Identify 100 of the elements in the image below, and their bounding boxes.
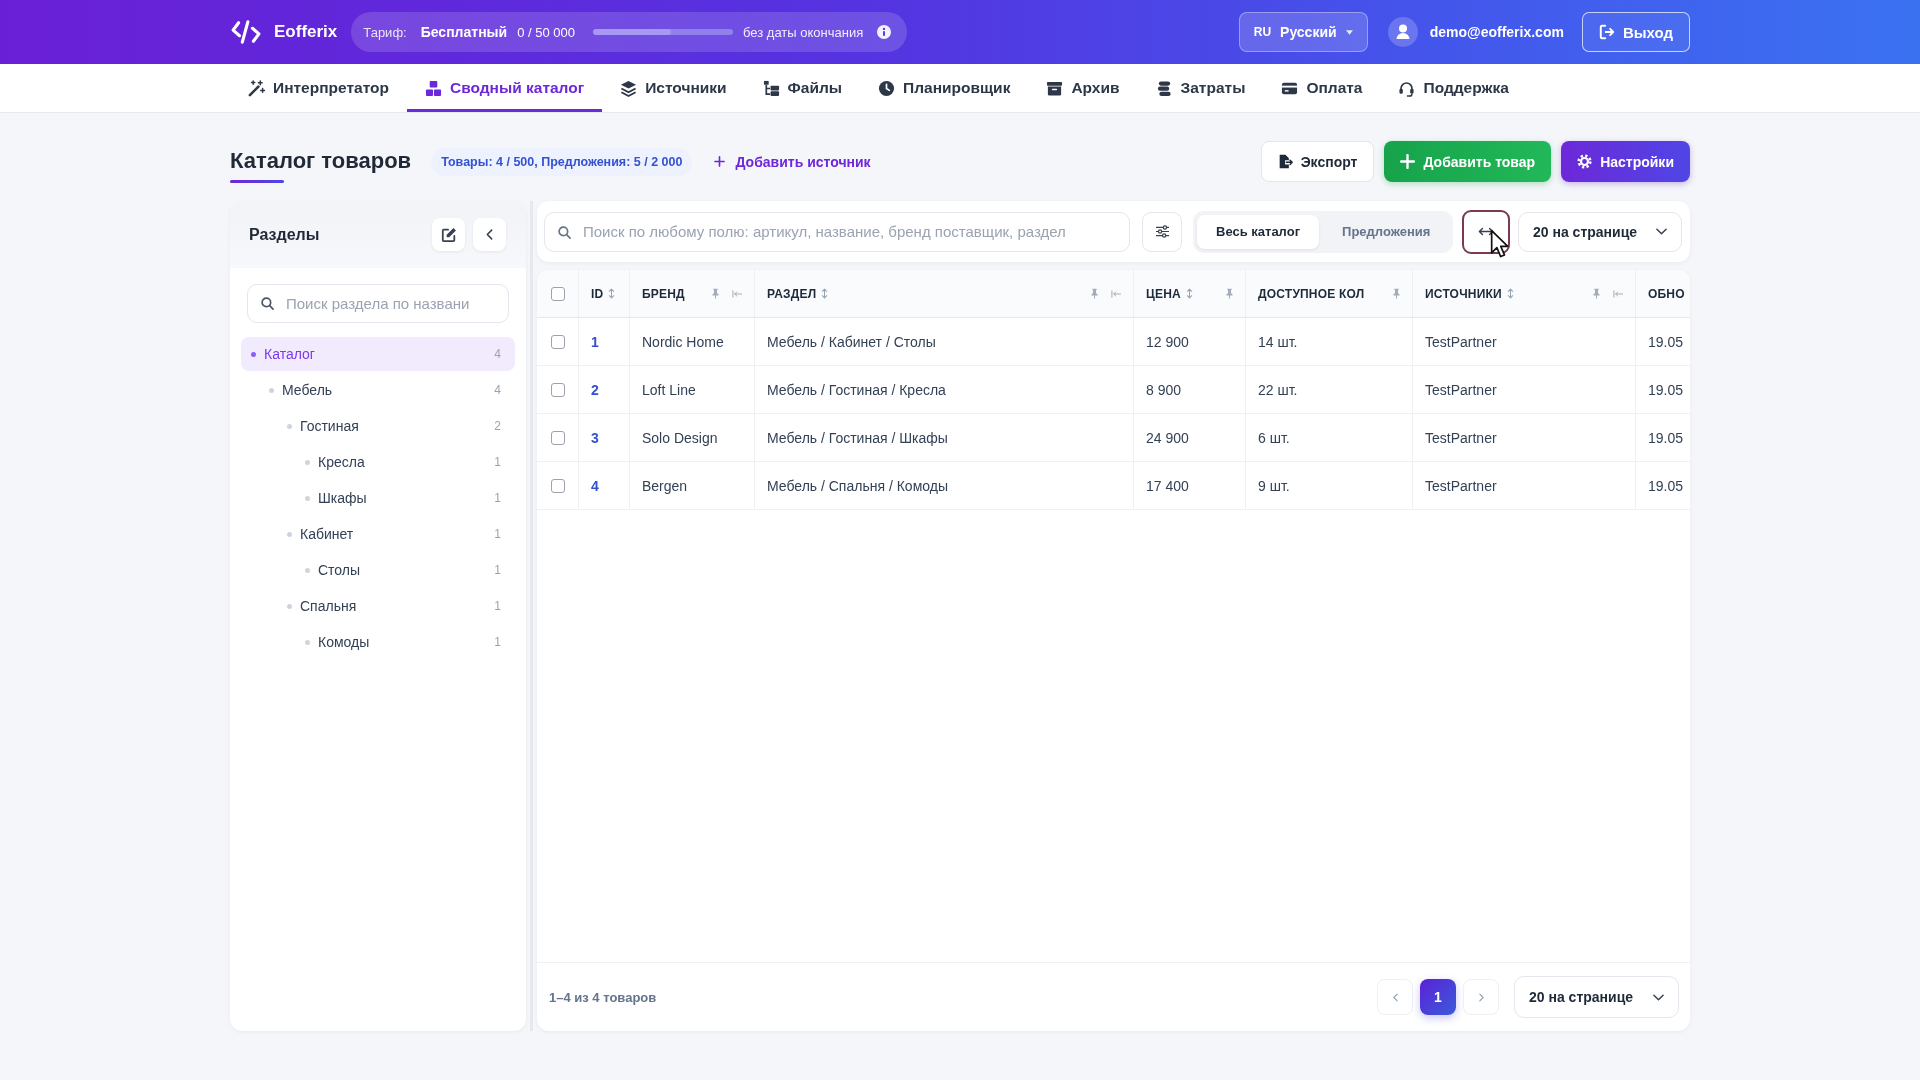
product-id-link[interactable]: 3 — [591, 429, 599, 446]
row-checkbox[interactable] — [550, 430, 565, 445]
settings-button[interactable]: Настройки — [1561, 141, 1690, 182]
nav-tab[interactable]: Интерпретатор — [230, 64, 407, 112]
column-header[interactable]: ИСТОЧНИКИ — [1413, 270, 1636, 317]
table-cell-text: 19.05 — [1647, 476, 1685, 496]
info-icon[interactable] — [877, 25, 892, 39]
sort-icon[interactable] — [1185, 288, 1193, 299]
settings-icon — [1577, 154, 1593, 169]
filter-button[interactable] — [1142, 211, 1182, 252]
pin-icon[interactable] — [1226, 288, 1233, 299]
column-header[interactable]: ID — [579, 270, 630, 317]
tariff-usage: 0 / 50 000 — [517, 24, 575, 40]
column-header[interactable]: ЦЕНА — [1134, 270, 1246, 317]
search-field[interactable]: Поиск по любому полю: артикул, название, бренд поставщик, раздел — [544, 211, 1130, 252]
nav-tab[interactable]: Архив — [1028, 64, 1138, 112]
collapse-icon[interactable] — [1111, 289, 1121, 298]
plus-icon — [714, 156, 726, 167]
row-checkbox[interactable] — [550, 334, 565, 349]
language-select[interactable]: RU Русский — [1238, 12, 1368, 52]
page-size-select[interactable]: 20 на странице — [1518, 211, 1682, 252]
table-cell: 24 900 — [1134, 414, 1246, 461]
table-cell: 9 шт. — [1246, 462, 1413, 509]
column-header[interactable]: РАЗДЕЛ — [755, 270, 1134, 317]
bullet-icon — [305, 639, 310, 645]
arrows-horizontal-icon — [1478, 226, 1494, 237]
table-cell: 6 шт. — [1246, 414, 1413, 461]
tariff-expiry: без даты окончания — [743, 24, 864, 40]
pin-icon[interactable] — [712, 288, 719, 299]
bullet-icon — [287, 423, 292, 429]
item-count: 4 — [494, 347, 501, 361]
table-cell-text: 19.05 — [1647, 428, 1685, 448]
column-header[interactable]: ОБНО — [1636, 270, 1690, 317]
boxes-icon — [424, 79, 442, 97]
pin-icon[interactable] — [1593, 288, 1600, 299]
nav-tab[interactable]: Оплата — [1263, 64, 1381, 112]
table-cell: Solo Design — [630, 414, 755, 461]
logout-button[interactable]: Выход — [1581, 12, 1690, 52]
app-name: Eofferix — [274, 22, 338, 42]
bullet-icon — [305, 495, 310, 501]
tree-item[interactable]: Столы 1 — [241, 553, 515, 587]
nav-tab[interactable]: Затраты — [1137, 64, 1264, 112]
avatar-icon[interactable] — [1387, 17, 1418, 47]
layers-icon — [620, 79, 638, 97]
nav-tab[interactable]: Файлы — [744, 64, 861, 112]
sort-icon[interactable] — [1506, 288, 1514, 299]
export-button[interactable]: Экспорт — [1260, 141, 1375, 182]
bullet-icon — [269, 387, 274, 393]
file-export-icon — [1277, 154, 1293, 169]
product-id-link[interactable]: 2 — [591, 381, 599, 398]
nav-tab[interactable]: Поддержка — [1380, 64, 1527, 112]
table-cell-text: 19.05 — [1647, 380, 1685, 400]
chevron-down-icon — [1653, 993, 1664, 1001]
sort-icon[interactable] — [608, 288, 616, 299]
chevron-down-icon — [1656, 228, 1667, 235]
page-size-select[interactable]: 20 на странице — [1514, 976, 1679, 1018]
collapse-panel-button[interactable] — [473, 218, 506, 251]
row-checkbox[interactable] — [550, 478, 565, 493]
tree-item[interactable]: Каталог 4 — [241, 337, 515, 371]
sort-icon[interactable] — [821, 288, 829, 299]
table-cell: Мебель / Гостиная / Кресла — [755, 366, 1134, 413]
item-count: 1 — [494, 455, 501, 469]
tree-item[interactable]: Кабинет 1 — [241, 517, 515, 551]
table-cell: 12 900 — [1134, 318, 1246, 365]
collapse-icon[interactable] — [732, 289, 742, 298]
collapse-icon[interactable] — [1613, 289, 1623, 298]
caret-icon — [1345, 29, 1353, 35]
column-header[interactable]: ДОСТУПНОЕ КОЛ — [1246, 270, 1413, 317]
view-tab[interactable]: Предложения — [1323, 214, 1450, 249]
product-id-link[interactable]: 1 — [591, 333, 599, 350]
tree-item[interactable]: Комоды 1 — [241, 625, 515, 659]
archive-icon — [1046, 79, 1064, 97]
tree-item[interactable]: Гостиная 2 — [241, 409, 515, 443]
chevron-left-icon — [486, 229, 493, 240]
tree-item[interactable]: Мебель 4 — [241, 373, 515, 407]
items-summary: 1–4 из 4 товаров — [549, 989, 657, 1005]
section-search-field[interactable]: Поиск раздела по названи — [247, 284, 509, 323]
product-id-link[interactable]: 4 — [591, 477, 599, 494]
select-all-checkbox[interactable] — [550, 286, 565, 301]
pin-icon[interactable] — [1393, 288, 1400, 299]
tree-item[interactable]: Спальня 1 — [241, 589, 515, 623]
clock-icon — [878, 79, 896, 97]
nav-tab[interactable]: Сводный каталог — [406, 64, 603, 112]
nav-tab[interactable]: Планировщик — [860, 64, 1029, 112]
edit-button[interactable] — [432, 218, 465, 251]
nav-tab[interactable]: Источники — [602, 64, 745, 112]
add-source-link[interactable]: Добавить источник — [714, 153, 871, 170]
item-count: 1 — [494, 527, 501, 541]
view-tab[interactable]: Весь каталог — [1197, 214, 1320, 249]
stats-badge: Товары: 4 / 500, Предложения: 5 / 2 000 — [431, 147, 693, 176]
table-cell: 14 шт. — [1246, 318, 1413, 365]
pin-icon[interactable] — [1091, 288, 1098, 299]
chevron-left-icon — [1392, 992, 1398, 1002]
tree-item[interactable]: Шкафы 1 — [241, 481, 515, 515]
tree-item[interactable]: Кресла 1 — [241, 445, 515, 479]
page-button[interactable]: 1 — [1420, 979, 1456, 1015]
chevron-right-icon — [1478, 992, 1484, 1002]
plus-icon — [1400, 154, 1416, 169]
row-checkbox[interactable] — [550, 382, 565, 397]
column-header[interactable]: БРЕНД — [630, 270, 755, 317]
